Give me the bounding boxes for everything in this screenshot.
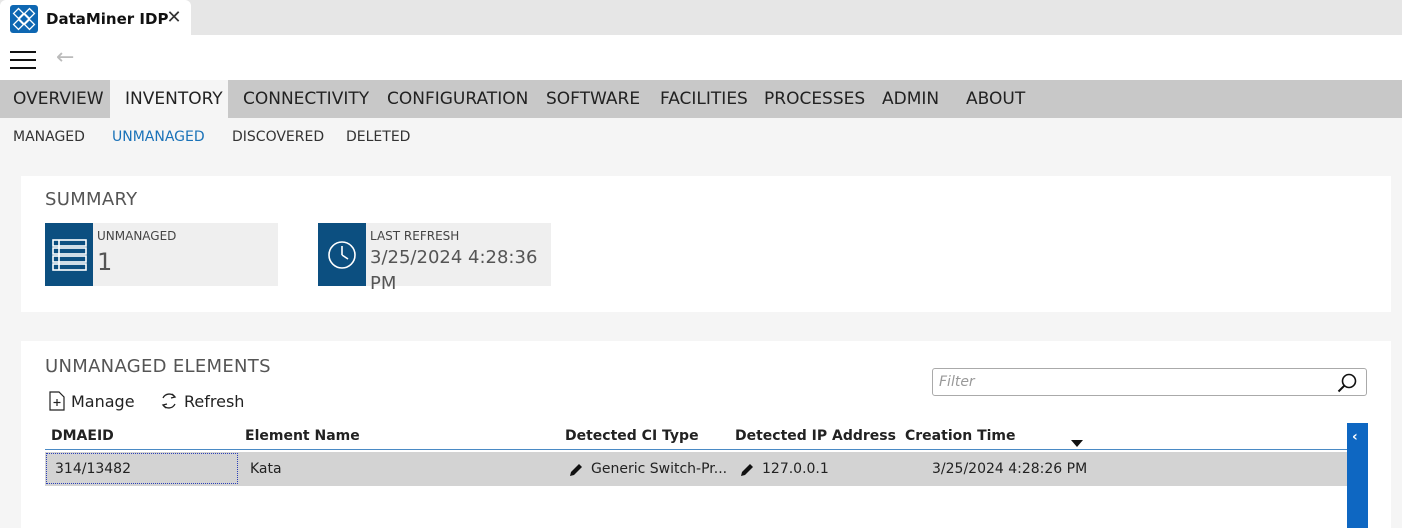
cell-detected-ip-address: 127.0.0.1 — [762, 461, 829, 477]
subtab-discovered[interactable]: DISCOVERED — [232, 129, 324, 145]
tab-configuration[interactable]: CONFIGURATION — [387, 80, 528, 118]
tab-admin[interactable]: ADMIN — [882, 80, 939, 118]
new-document-icon — [48, 391, 66, 411]
edit-pencil-icon[interactable] — [569, 462, 583, 476]
tab-software[interactable]: SOFTWARE — [546, 80, 640, 118]
manage-button[interactable]: Manage — [48, 391, 135, 411]
tab-facilities[interactable]: FACILITIES — [660, 80, 748, 118]
list-icon — [45, 223, 93, 286]
column-header-dmaeid[interactable]: DMAEID — [51, 428, 114, 444]
tab-about[interactable]: ABOUT — [966, 80, 1025, 118]
cell-detected-ci-type: Generic Switch-Pr... — [591, 461, 728, 477]
refresh-icon — [159, 391, 179, 411]
subtab-unmanaged[interactable]: UNMANAGED — [112, 129, 205, 145]
app-tab[interactable]: DataMiner IDP ✕ — [0, 0, 191, 35]
browser-tabstrip: DataMiner IDP ✕ — [0, 0, 1402, 35]
cell-creation-time: 3/25/2024 4:28:26 PM — [932, 461, 1088, 477]
edit-pencil-icon[interactable] — [740, 462, 754, 476]
column-header-detected-ci-type[interactable]: Detected CI Type — [565, 428, 699, 444]
clock-icon — [318, 223, 366, 286]
subtab-deleted[interactable]: DELETED — [346, 129, 410, 145]
search-icon[interactable] — [1336, 372, 1358, 394]
last-refresh-tile: LAST REFRESH 3/25/2024 4:28:36 PM — [318, 223, 551, 294]
tab-connectivity[interactable]: CONNECTIVITY — [243, 80, 369, 118]
unmanaged-elements-title: UNMANAGED ELEMENTS — [45, 356, 271, 377]
column-header-creation-time[interactable]: Creation Time — [905, 428, 1016, 444]
dataminer-logo-icon — [10, 5, 38, 33]
tab-overview[interactable]: OVERVIEW — [0, 80, 117, 118]
summary-title: SUMMARY — [45, 189, 138, 210]
last-refresh-value: 3/25/2024 4:28:36 PM — [370, 247, 538, 294]
toolbar: ← — [0, 35, 1402, 80]
filter-box — [932, 368, 1367, 396]
tab-inventory[interactable]: INVENTORY — [110, 80, 228, 118]
tab-processes[interactable]: PROCESSES — [764, 80, 865, 118]
table-row[interactable]: 314/13482 Kata Generic Switch-Pr... 127.… — [45, 452, 1347, 486]
last-refresh-label: LAST REFRESH — [370, 229, 460, 243]
chevron-left-icon: ‹ — [1352, 429, 1358, 445]
unmanaged-count-tile: UNMANAGED 1 — [45, 223, 278, 286]
unmanaged-count-value: 1 — [97, 248, 113, 276]
tab-title: DataMiner IDP — [46, 10, 169, 28]
hamburger-menu-icon[interactable] — [10, 51, 36, 69]
sub-nav: MANAGED UNMANAGED DISCOVERED DELETED — [0, 118, 1402, 158]
sort-descending-icon[interactable] — [1071, 433, 1083, 447]
header-divider — [45, 449, 1347, 450]
main-nav: OVERVIEW INVENTORY CONNECTIVITY CONFIGUR… — [0, 80, 1402, 118]
column-header-detected-ip-address[interactable]: Detected IP Address — [735, 428, 896, 444]
cell-dmaeid: 314/13482 — [55, 461, 131, 477]
manage-label: Manage — [71, 391, 135, 411]
close-icon[interactable]: ✕ — [164, 8, 184, 28]
refresh-label: Refresh — [184, 391, 245, 411]
subtab-managed[interactable]: MANAGED — [13, 129, 85, 145]
summary-card: SUMMARY UNMANAGED 1 LAST REFRESH 3/25/20… — [21, 176, 1391, 312]
cell-element-name: Kata — [250, 461, 282, 477]
side-panel-toggle[interactable]: ‹ — [1347, 423, 1368, 528]
filter-input[interactable] — [939, 373, 1329, 391]
unmanaged-count-label: UNMANAGED — [97, 229, 177, 243]
column-header-element-name[interactable]: Element Name — [245, 428, 360, 444]
back-arrow-icon[interactable]: ← — [56, 45, 74, 70]
refresh-button[interactable]: Refresh — [159, 391, 244, 411]
